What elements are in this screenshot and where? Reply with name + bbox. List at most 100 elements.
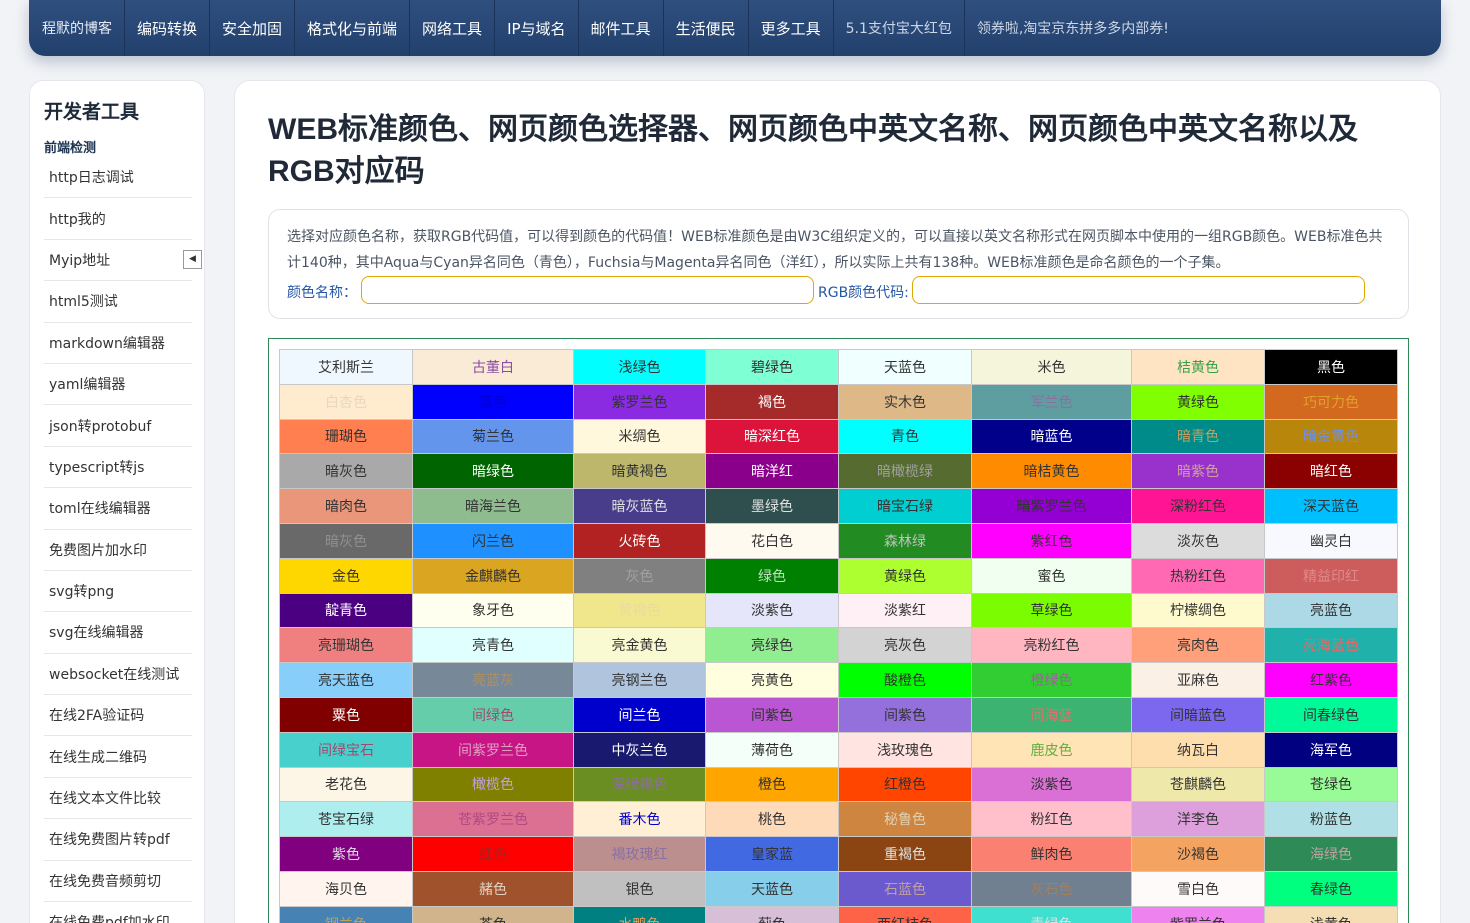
color-swatch-cell[interactable]: 紫罗兰色 xyxy=(573,383,706,420)
color-swatch-cell[interactable]: 浅黄色 xyxy=(1264,905,1398,923)
sidebar-item[interactable]: 在线2FA验证码 xyxy=(44,695,192,737)
color-swatch-cell[interactable]: 暗红色 xyxy=(1264,453,1398,490)
sidebar-item[interactable]: 在线免费图片转pdf xyxy=(44,819,192,861)
sidebar-item[interactable]: 在线免费音频剪切 xyxy=(44,861,192,903)
color-swatch-cell[interactable]: 暗橄榄绿 xyxy=(838,453,972,490)
color-swatch-cell[interactable]: 亮天蓝色 xyxy=(279,662,413,698)
nav-item-security[interactable]: 安全加固 xyxy=(210,0,296,56)
color-swatch-cell[interactable]: 灰石色 xyxy=(971,870,1132,907)
color-swatch-cell[interactable]: 番木色 xyxy=(573,801,706,838)
color-swatch-cell[interactable]: 珊瑚色 xyxy=(279,418,413,455)
color-swatch-cell[interactable]: 金色 xyxy=(279,557,413,594)
sidebar-item[interactable]: 在线免费pdf加水印 xyxy=(44,902,192,923)
color-swatch-cell[interactable]: 火砖色 xyxy=(573,522,706,559)
color-swatch-cell[interactable]: 蓝色 xyxy=(412,383,574,420)
color-swatch-cell[interactable]: 蜜色 xyxy=(971,557,1132,594)
sidebar-item[interactable]: 免费图片加水印 xyxy=(44,530,192,571)
color-swatch-cell[interactable]: 间紫罗兰色 xyxy=(412,731,574,768)
color-swatch-cell[interactable]: 草绿色 xyxy=(971,592,1132,629)
color-swatch-cell[interactable]: 暗紫色 xyxy=(1131,453,1265,490)
sidebar-item[interactable]: Myip地址 xyxy=(44,240,192,282)
sidebar-item[interactable]: 在线生成二维码 xyxy=(44,736,192,778)
sidebar-item[interactable]: json转protobuf xyxy=(44,405,192,447)
color-swatch-cell[interactable]: 暗绿色 xyxy=(412,453,574,490)
color-swatch-cell[interactable]: 实木色 xyxy=(838,383,972,420)
color-swatch-cell[interactable]: 鲜肉色 xyxy=(971,836,1132,872)
color-swatch-cell[interactable]: 鹿皮色 xyxy=(971,731,1132,768)
color-swatch-cell[interactable]: 褐色 xyxy=(705,383,839,420)
color-swatch-cell[interactable]: 亮蓝色 xyxy=(1264,592,1398,629)
color-swatch-cell[interactable]: 暗灰蓝色 xyxy=(573,488,706,524)
collapse-left-icon[interactable]: ◀ xyxy=(183,250,202,269)
color-swatch-cell[interactable]: 深绿褐色 xyxy=(573,766,706,803)
color-swatch-cell[interactable]: 褐玫瑰红 xyxy=(573,836,706,872)
color-swatch-cell[interactable]: 暗宝石绿 xyxy=(838,488,972,524)
color-swatch-cell[interactable]: 金麒麟色 xyxy=(412,557,574,594)
color-swatch-cell[interactable]: 中灰兰色 xyxy=(573,731,706,768)
color-swatch-cell[interactable]: 橙绿色 xyxy=(971,662,1132,698)
color-swatch-cell[interactable]: 暗海兰色 xyxy=(412,488,574,524)
color-swatch-cell[interactable]: 深天蓝色 xyxy=(1264,488,1398,524)
color-swatch-cell[interactable]: 桃色 xyxy=(705,801,839,838)
nav-brand-link[interactable]: 程默的博客 xyxy=(29,0,125,56)
color-swatch-cell[interactable]: 热粉红色 xyxy=(1131,557,1265,594)
color-swatch-cell[interactable]: 间紫色 xyxy=(705,696,839,733)
sidebar-item[interactable]: websocket在线测试 xyxy=(44,654,192,696)
color-swatch-cell[interactable]: 苍宝石绿 xyxy=(279,801,413,838)
color-swatch-cell[interactable]: 间暗蓝色 xyxy=(1131,696,1265,733)
color-swatch-cell[interactable]: 老花色 xyxy=(279,766,413,803)
color-swatch-cell[interactable]: 森林绿 xyxy=(838,522,972,559)
nav-promo-coupons[interactable]: 领券啦,淘宝京东拼多多内部券! xyxy=(965,0,1181,56)
color-swatch-cell[interactable]: 银色 xyxy=(573,870,706,907)
nav-item-network-tools[interactable]: 网络工具 xyxy=(410,0,496,56)
color-swatch-cell[interactable]: 重褐色 xyxy=(838,836,972,872)
color-swatch-cell[interactable]: 靛青色 xyxy=(279,592,413,629)
color-swatch-cell[interactable]: 艾利斯兰 xyxy=(279,349,413,385)
color-swatch-cell[interactable]: 粉蓝色 xyxy=(1264,801,1398,838)
sidebar-item[interactable]: html5测试 xyxy=(44,281,192,323)
color-swatch-cell[interactable]: 天蓝色 xyxy=(705,870,839,907)
color-swatch-cell[interactable]: 亮海蓝色 xyxy=(1264,627,1398,664)
color-swatch-cell[interactable]: 精益印红 xyxy=(1264,557,1398,594)
color-swatch-cell[interactable]: 淡紫色 xyxy=(971,766,1132,803)
color-swatch-cell[interactable]: 亮蓝灰 xyxy=(412,662,574,698)
color-swatch-cell[interactable]: 薄荷色 xyxy=(705,731,839,768)
color-swatch-cell[interactable]: 黄绿色 xyxy=(1131,383,1265,420)
color-swatch-cell[interactable]: 红色 xyxy=(412,836,574,872)
color-swatch-cell[interactable]: 纳瓦白 xyxy=(1131,731,1265,768)
color-swatch-cell[interactable]: 米色 xyxy=(971,349,1132,385)
sidebar-item[interactable]: svg转png xyxy=(44,571,192,613)
color-swatch-cell[interactable]: 古董白 xyxy=(412,349,574,385)
color-swatch-cell[interactable]: 紫色 xyxy=(279,836,413,872)
color-swatch-cell[interactable]: 水鸭色 xyxy=(573,905,706,923)
sidebar-item[interactable]: http我的 xyxy=(44,198,192,240)
color-swatch-cell[interactable]: 钢兰色 xyxy=(279,905,413,923)
color-swatch-cell[interactable]: 粟色 xyxy=(279,696,413,733)
rgb-code-input[interactable] xyxy=(912,276,1365,304)
color-swatch-cell[interactable]: 亮钢兰色 xyxy=(573,662,706,698)
color-swatch-cell[interactable]: 米绸色 xyxy=(573,418,706,455)
nav-item-encoding[interactable]: 编码转换 xyxy=(125,0,211,56)
sidebar-item[interactable]: yaml编辑器 xyxy=(44,364,192,406)
color-swatch-cell[interactable]: 碧绿色 xyxy=(705,349,839,385)
sidebar-item[interactable]: 在线文本文件比较 xyxy=(44,778,192,820)
color-swatch-cell[interactable]: 紫红色 xyxy=(971,522,1132,559)
color-swatch-cell[interactable]: 墨绿色 xyxy=(705,488,839,524)
color-swatch-cell[interactable]: 暗青色 xyxy=(1131,418,1265,455)
nav-item-more-tools[interactable]: 更多工具 xyxy=(749,0,834,56)
color-swatch-cell[interactable]: 暗金黄色 xyxy=(1264,418,1398,455)
color-name-input[interactable] xyxy=(361,276,814,304)
nav-item-mail-tools[interactable]: 邮件工具 xyxy=(579,0,664,56)
color-swatch-cell[interactable]: 间绿宝石 xyxy=(279,731,413,768)
color-swatch-cell[interactable]: 亮绿色 xyxy=(705,627,839,664)
color-swatch-cell[interactable]: 石蓝色 xyxy=(838,870,972,907)
nav-item-format-frontend[interactable]: 格式化与前端 xyxy=(295,0,411,56)
color-swatch-cell[interactable]: 巧可力色 xyxy=(1264,383,1398,420)
color-swatch-cell[interactable]: 桔黄色 xyxy=(1131,349,1265,385)
color-swatch-cell[interactable]: 天蓝色 xyxy=(838,349,972,385)
color-swatch-cell[interactable]: 间绿色 xyxy=(412,696,574,733)
color-swatch-cell[interactable]: 幽灵白 xyxy=(1264,522,1398,559)
color-swatch-cell[interactable]: 粉红色 xyxy=(971,801,1132,838)
color-swatch-cell[interactable]: 柠檬绸色 xyxy=(1131,592,1265,629)
color-swatch-cell[interactable]: 秘鲁色 xyxy=(838,801,972,838)
